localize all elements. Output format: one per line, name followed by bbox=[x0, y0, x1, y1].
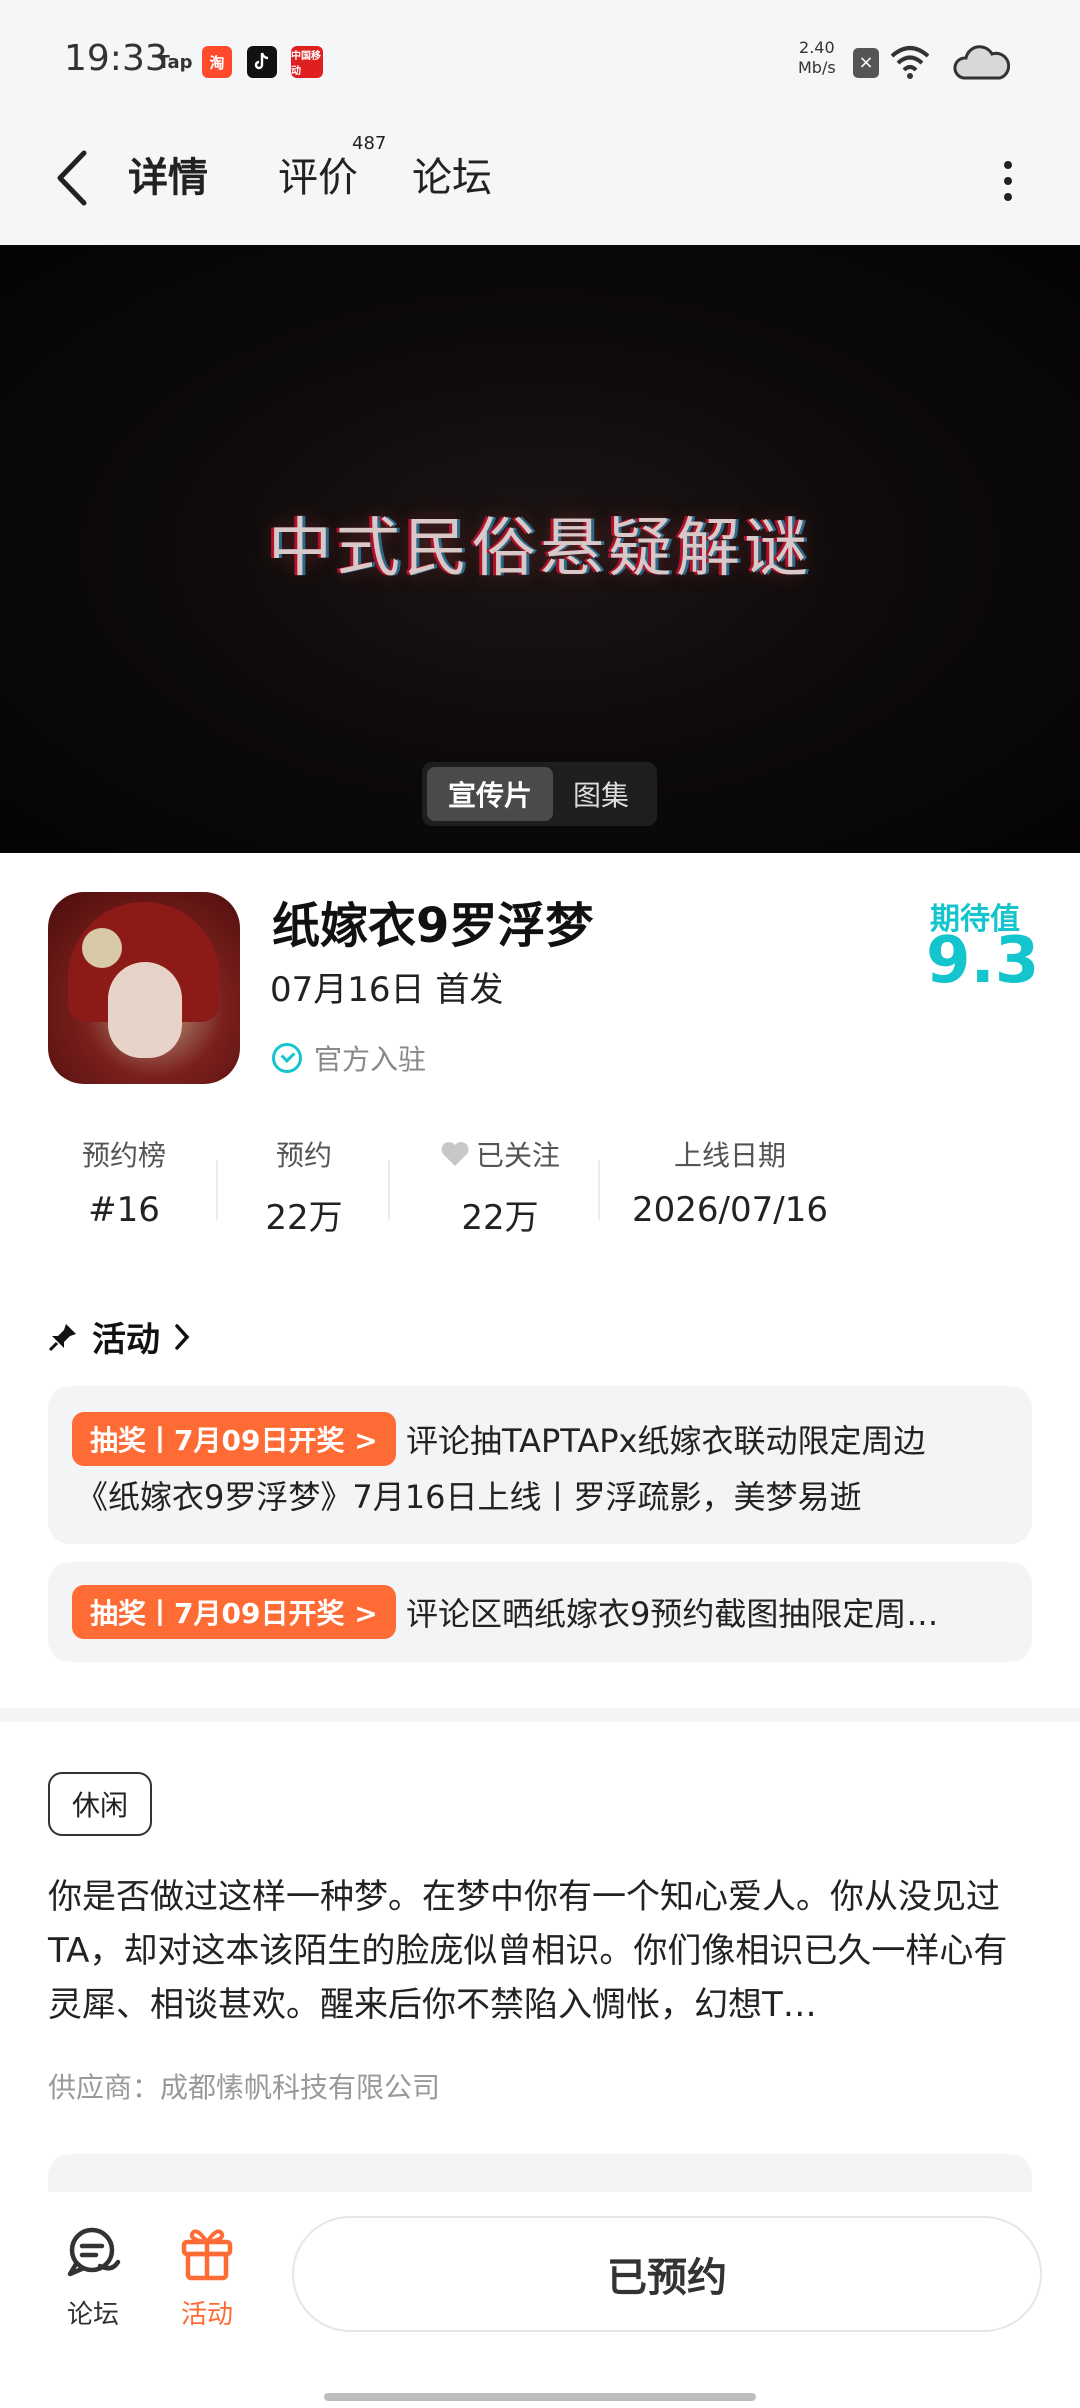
expectation-score: 9.3 bbox=[926, 924, 1040, 998]
next-section-card bbox=[48, 2154, 1032, 2194]
lottery-badge: 抽奖丨7月09日开奖 > bbox=[72, 1585, 396, 1639]
network-speed: 2.40 Mb/s bbox=[798, 38, 836, 77]
no-sim-icon: × bbox=[853, 48, 879, 78]
media-switch: 宣传片 图集 bbox=[422, 762, 657, 826]
reserved-button[interactable]: 已预约 bbox=[292, 2216, 1042, 2332]
activity-card[interactable]: 抽奖丨7月09日开奖 > 评论抽TAPTAPx纸嫁衣联动限定周边 《纸嫁衣9罗浮… bbox=[48, 1386, 1032, 1544]
pin-icon bbox=[48, 1323, 76, 1351]
genre-tag[interactable]: 休闲 bbox=[48, 1772, 153, 1836]
forum-chat-icon bbox=[67, 2227, 121, 2277]
app-name: 纸嫁衣9罗浮梦 bbox=[272, 898, 594, 954]
activity-button[interactable]: 活动 bbox=[162, 2222, 252, 2331]
taptap-notification-icon: Tap bbox=[157, 51, 193, 73]
official-badge: 官方入驻 bbox=[272, 1038, 426, 1078]
weather-icon bbox=[953, 45, 1010, 80]
activity-subtitle: 《纸嫁衣9罗浮梦》7月16日上线丨罗浮疏影，美梦易逝 bbox=[76, 1478, 862, 1516]
tiktok-notification-icon bbox=[247, 46, 277, 78]
more-options-icon[interactable] bbox=[996, 153, 1020, 213]
wifi-icon bbox=[890, 46, 930, 79]
activities-header[interactable]: 活动 bbox=[48, 1312, 192, 1361]
banner-title: 中式民俗悬疑解谜 bbox=[268, 512, 812, 586]
forum-button[interactable]: 论坛 bbox=[48, 2222, 138, 2331]
chevron-right-icon bbox=[175, 1323, 190, 1350]
lottery-badge: 抽奖丨7月09日开奖 > bbox=[72, 1412, 396, 1466]
trailer-tab[interactable]: 宣传片 bbox=[427, 767, 553, 821]
back-arrow-icon[interactable] bbox=[50, 145, 94, 211]
tab-detail[interactable]: 详情 bbox=[124, 145, 212, 203]
stat-followed[interactable]: 已关注 22万 bbox=[420, 1134, 580, 1239]
gallery-tab[interactable]: 图集 bbox=[553, 767, 649, 821]
tab-forum[interactable]: 论坛 bbox=[412, 145, 492, 203]
game-description[interactable]: 你是否做过这样一种梦。在梦中你有一个知心爱人。你从没见过TA，却对这本该陌生的脸… bbox=[48, 1870, 1032, 2032]
activity-title: 评论抽TAPTAPx纸嫁衣联动限定周边 bbox=[406, 1422, 926, 1460]
activity-card[interactable]: 抽奖丨7月09日开奖 > 评论区晒纸嫁衣9预约截图抽限定周… bbox=[48, 1562, 1032, 1662]
media-banner[interactable]: 中式民俗悬疑解谜 宣传片 图集 bbox=[0, 245, 1080, 853]
bottom-action-bar: 论坛 活动 已预约 bbox=[0, 2192, 1080, 2408]
release-date: 07月16日 首发 bbox=[270, 970, 504, 1010]
heart-icon bbox=[441, 1142, 469, 1166]
stat-divider bbox=[388, 1160, 390, 1220]
stat-launch-date: 上线日期 2026/07/16 bbox=[632, 1139, 828, 1230]
nav-bar: 详情 评价 487 论坛 bbox=[0, 125, 1080, 245]
stat-reservations: 预约 22万 bbox=[265, 1139, 343, 1238]
stat-ranking[interactable]: 预约榜 #16 bbox=[64, 1134, 184, 1230]
verified-check-icon bbox=[272, 1043, 302, 1073]
app-icon bbox=[48, 892, 240, 1084]
section-divider bbox=[0, 1708, 1080, 1722]
activity-title: 评论区晒纸嫁衣9预约截图抽限定周… bbox=[406, 1595, 939, 1633]
tab-review[interactable]: 评价 bbox=[278, 145, 358, 203]
gift-icon bbox=[181, 2229, 233, 2281]
home-indicator[interactable] bbox=[324, 2393, 756, 2401]
supplier-info: 供应商：成都愫帆科技有限公司 bbox=[48, 2071, 441, 2104]
mobile-carrier-notification-icon: 中国移动 bbox=[291, 46, 323, 78]
taobao-notification-icon: 淘 bbox=[202, 46, 232, 78]
stat-divider bbox=[216, 1160, 218, 1220]
review-count-badge: 487 bbox=[352, 133, 387, 154]
stat-divider bbox=[598, 1160, 600, 1220]
status-time: 19:33 bbox=[64, 38, 168, 79]
status-bar: 19:33 Tap 淘 中国移动 2.40 Mb/s × bbox=[0, 0, 1080, 125]
